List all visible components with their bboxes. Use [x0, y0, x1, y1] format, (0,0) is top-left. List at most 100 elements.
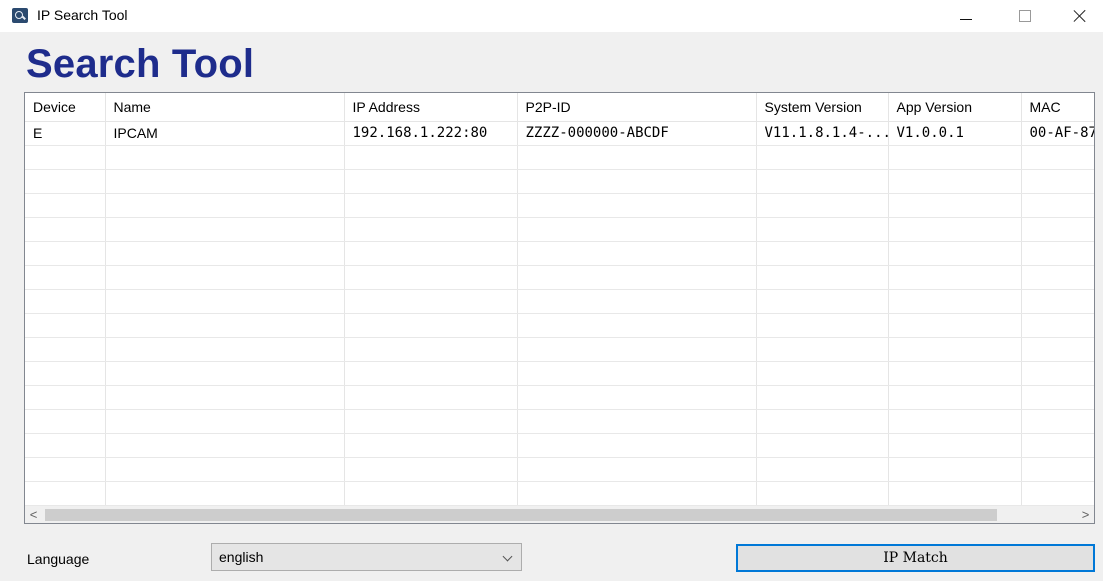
- empty-cell: [25, 457, 106, 482]
- empty-cell: [756, 457, 889, 482]
- empty-cell: [756, 169, 889, 194]
- language-selected-value: english: [219, 549, 264, 565]
- empty-cell: [756, 193, 889, 218]
- maximize-icon: [1019, 10, 1031, 22]
- column-header-ip-address[interactable]: IP Address: [344, 93, 518, 122]
- title-bar: IP Search Tool: [0, 0, 1103, 32]
- empty-cell: [25, 169, 106, 194]
- empty-cell: [756, 385, 889, 410]
- empty-cell: [105, 409, 345, 434]
- device-list[interactable]: Device Name IP Address P2P-ID System Ver…: [24, 92, 1095, 524]
- horizontal-scrollbar[interactable]: < >: [25, 505, 1094, 523]
- empty-cell: [344, 217, 518, 242]
- close-button[interactable]: [1057, 0, 1103, 32]
- column-header-app-version[interactable]: App Version: [888, 93, 1022, 122]
- empty-row: [25, 433, 1094, 458]
- empty-cell: [756, 433, 889, 458]
- empty-cell: [517, 169, 757, 194]
- empty-cell: [344, 481, 518, 506]
- column-header-system-version[interactable]: System Version: [756, 93, 889, 122]
- empty-row: [25, 145, 1094, 170]
- empty-row: [25, 289, 1094, 314]
- empty-cell: [756, 289, 889, 314]
- banner-title: Search Tool: [26, 42, 255, 86]
- cell-p2p-id: ZZZZ-000000-ABCDF: [517, 121, 757, 146]
- window-title: IP Search Tool: [37, 7, 128, 23]
- empty-row: [25, 337, 1094, 362]
- empty-cell: [1021, 169, 1094, 194]
- minimize-icon: [960, 18, 972, 20]
- empty-cell: [344, 289, 518, 314]
- empty-cell: [888, 457, 1022, 482]
- empty-cell: [105, 457, 345, 482]
- empty-row: [25, 457, 1094, 482]
- empty-row: [25, 265, 1094, 290]
- empty-cell: [517, 193, 757, 218]
- empty-cell: [344, 145, 518, 170]
- empty-cell: [888, 313, 1022, 338]
- empty-cell: [25, 193, 106, 218]
- empty-cell: [756, 337, 889, 362]
- empty-row: [25, 241, 1094, 266]
- empty-cell: [25, 385, 106, 410]
- empty-cell: [1021, 289, 1094, 314]
- empty-cell: [756, 241, 889, 266]
- close-icon: [1073, 9, 1087, 23]
- empty-cell: [756, 265, 889, 290]
- empty-cell: [517, 433, 757, 458]
- cell-device: E: [25, 121, 106, 146]
- empty-cell: [756, 409, 889, 434]
- empty-cell: [888, 361, 1022, 386]
- empty-cell: [344, 193, 518, 218]
- column-header-name[interactable]: Name: [105, 93, 345, 122]
- ip-match-button[interactable]: IP Match: [736, 544, 1095, 572]
- empty-cell: [105, 169, 345, 194]
- empty-cell: [25, 433, 106, 458]
- cell-system-version: V11.1.8.1.4-...: [756, 121, 889, 146]
- empty-cell: [105, 241, 345, 266]
- maximize-button[interactable]: [1002, 0, 1048, 32]
- empty-cell: [1021, 409, 1094, 434]
- empty-cell: [888, 241, 1022, 266]
- empty-cell: [25, 217, 106, 242]
- empty-cell: [756, 217, 889, 242]
- empty-cell: [25, 361, 106, 386]
- scroll-left-icon[interactable]: <: [25, 506, 42, 523]
- empty-cell: [344, 385, 518, 410]
- empty-cell: [1021, 145, 1094, 170]
- scrollbar-thumb[interactable]: [45, 509, 997, 521]
- empty-cell: [1021, 217, 1094, 242]
- empty-cell: [517, 457, 757, 482]
- empty-cell: [888, 433, 1022, 458]
- empty-cell: [344, 313, 518, 338]
- language-select[interactable]: english: [211, 543, 522, 571]
- column-header-mac[interactable]: MAC: [1021, 93, 1094, 122]
- empty-cell: [344, 409, 518, 434]
- empty-cell: [1021, 385, 1094, 410]
- empty-cell: [517, 481, 757, 506]
- empty-cell: [25, 337, 106, 362]
- empty-cell: [888, 145, 1022, 170]
- empty-cell: [344, 265, 518, 290]
- minimize-button[interactable]: [943, 0, 989, 32]
- empty-cell: [25, 481, 106, 506]
- empty-cell: [756, 145, 889, 170]
- table-row[interactable]: E IPCAM 192.168.1.222:80 ZZZZ-000000-ABC…: [25, 121, 1094, 146]
- empty-cell: [1021, 337, 1094, 362]
- empty-cell: [517, 409, 757, 434]
- empty-cell: [888, 337, 1022, 362]
- empty-cell: [25, 289, 106, 314]
- empty-row: [25, 385, 1094, 410]
- empty-cell: [888, 289, 1022, 314]
- scroll-right-icon[interactable]: >: [1077, 506, 1094, 523]
- empty-cell: [105, 289, 345, 314]
- empty-cell: [756, 481, 889, 506]
- empty-cell: [344, 241, 518, 266]
- empty-row: [25, 193, 1094, 218]
- column-header-p2p-id[interactable]: P2P-ID: [517, 93, 757, 122]
- empty-cell: [517, 385, 757, 410]
- cell-app-version: V1.0.0.1: [888, 121, 1022, 146]
- column-header-device[interactable]: Device: [25, 93, 106, 122]
- language-label: Language: [27, 551, 90, 567]
- cell-ip-address: 192.168.1.222:80: [344, 121, 518, 146]
